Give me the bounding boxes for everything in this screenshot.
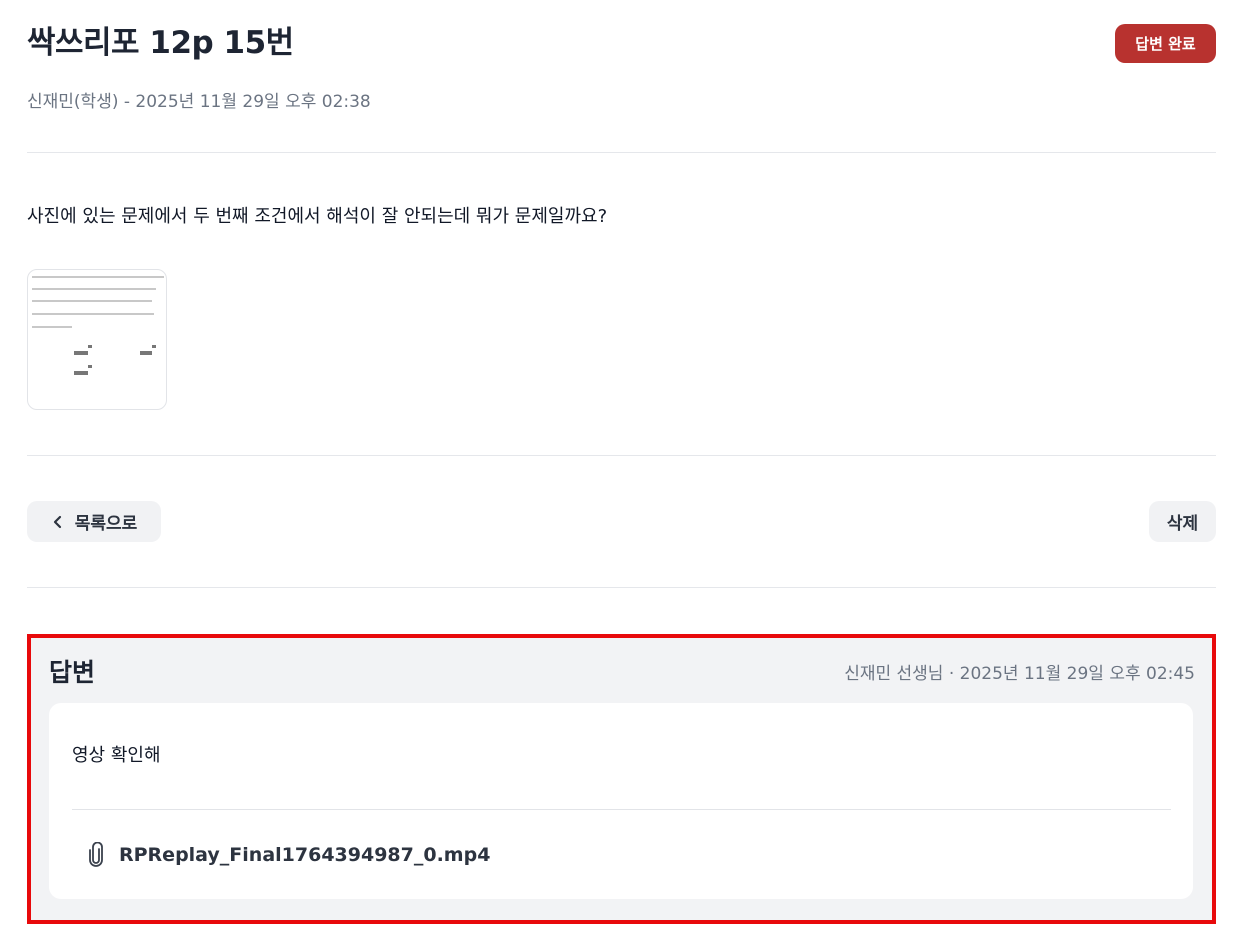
question-text: 사진에 있는 문제에서 두 번째 조건에서 해석이 잘 안되는데 뭐가 문제일까…: [27, 206, 608, 227]
delete-button[interactable]: 삭제: [1149, 501, 1216, 542]
answer-heading: 답변: [49, 658, 96, 687]
divider: [27, 455, 1216, 456]
answer-text: 영상 확인해: [72, 745, 161, 766]
divider: [27, 587, 1216, 588]
divider: [27, 152, 1216, 153]
post-author-meta: 신재민(학생) - 2025년 11월 29일 오후 02:38: [27, 92, 371, 112]
answer-section: 답변 신재민 선생님 · 2025년 11월 29일 오후 02:45 영상 확…: [27, 634, 1216, 924]
paperclip-icon: [89, 842, 103, 867]
answer-meta: 신재민 선생님 · 2025년 11월 29일 오후 02:45: [844, 664, 1195, 684]
answer-card: 영상 확인해 RPReplay_Final1764394987_0.mp4: [49, 703, 1193, 899]
question-image-thumbnail[interactable]: [27, 269, 167, 410]
chevron-left-icon: [53, 515, 61, 528]
status-badge: 답변 완료: [1115, 24, 1216, 63]
attachment-filename: RPReplay_Final1764394987_0.mp4: [119, 844, 491, 866]
back-to-list-label: 목록으로: [74, 514, 138, 534]
question-image: [30, 275, 164, 375]
divider: [72, 809, 1171, 810]
page-title: 싹쓰리포 12p 15번: [27, 25, 294, 61]
back-to-list-button[interactable]: 목록으로: [27, 501, 161, 542]
attachment-link[interactable]: RPReplay_Final1764394987_0.mp4: [87, 842, 490, 868]
